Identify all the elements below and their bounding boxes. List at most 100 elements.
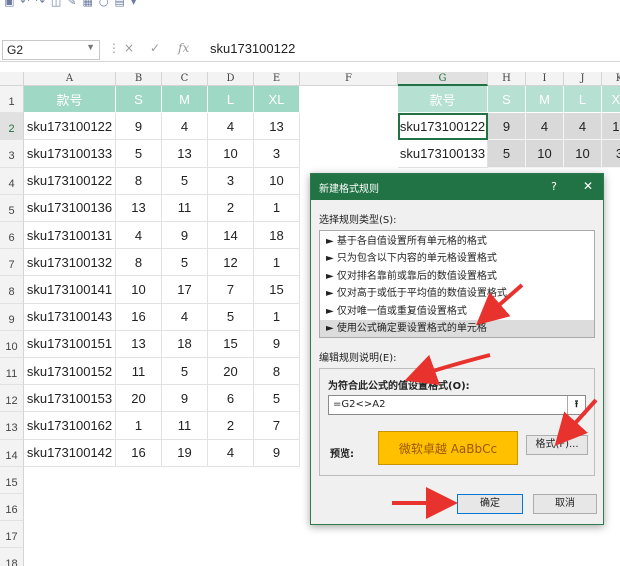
data-cell[interactable]: 10 [254, 167, 300, 195]
brush-icon[interactable]: ✎ [67, 0, 76, 8]
data-cell[interactable]: sku173100141 [24, 276, 116, 304]
data-cell[interactable]: 10 [564, 140, 602, 168]
data-cell[interactable]: 18 [254, 222, 300, 250]
rule-type-item[interactable]: ► 仅对高于或低于平均值的数值设置格式 [320, 285, 594, 302]
data-cell[interactable]: sku173100136 [24, 194, 116, 222]
row-header-2[interactable]: 2 [0, 113, 24, 141]
data-cell[interactable]: 4 [162, 303, 208, 331]
header-cell-right[interactable]: M [526, 86, 564, 114]
data-cell[interactable]: 4 [208, 113, 254, 141]
header-cell-left[interactable]: XL [254, 86, 300, 114]
header-cell-right[interactable]: L [564, 86, 602, 114]
data-cell[interactable]: 9 [162, 222, 208, 250]
select-all-corner[interactable] [0, 72, 24, 86]
data-cell[interactable]: 1 [254, 249, 300, 277]
row-header-14[interactable]: 14 [0, 439, 24, 467]
cancel-icon[interactable]: × [124, 41, 134, 55]
data-cell[interactable]: 1 [116, 412, 162, 440]
column-header-d[interactable]: D [208, 72, 254, 86]
data-cell[interactable]: 6 [208, 385, 254, 413]
data-cell[interactable]: 13 [162, 140, 208, 168]
data-cell[interactable]: sku173100152 [24, 358, 116, 386]
redo-icon[interactable]: ↷ [36, 0, 45, 8]
data-cell[interactable]: 13 [116, 194, 162, 222]
close-icon[interactable]: ✕ [583, 179, 593, 193]
header-cell-right[interactable]: S [488, 86, 526, 114]
data-cell[interactable]: 5 [488, 140, 526, 168]
header-cell-right[interactable]: 款号 [398, 86, 488, 114]
paste-icon[interactable]: ▤ [114, 0, 124, 8]
row-header-12[interactable]: 12 [0, 385, 24, 413]
row-header-9[interactable]: 9 [0, 303, 24, 331]
column-header-b[interactable]: B [116, 72, 162, 86]
data-cell[interactable]: 20 [116, 385, 162, 413]
data-cell[interactable]: sku173100142 [24, 439, 116, 467]
help-icon[interactable]: ? [551, 180, 557, 193]
row-header-7[interactable]: 7 [0, 249, 24, 277]
rule-type-item[interactable]: ► 仅对排名靠前或靠后的数值设置格式 [320, 268, 594, 285]
insert-function-icon[interactable]: fx [178, 41, 189, 55]
header-cell-left[interactable]: L [208, 86, 254, 114]
chevron-down-icon[interactable]: ▼ [86, 42, 95, 52]
data-cell[interactable]: 5 [162, 249, 208, 277]
data-cell[interactable]: 5 [254, 385, 300, 413]
data-cell[interactable]: 4 [116, 222, 162, 250]
data-cell[interactable]: 7 [254, 412, 300, 440]
column-header-i[interactable]: I [526, 72, 564, 86]
data-cell[interactable]: 11 [162, 412, 208, 440]
data-cell[interactable]: 9 [254, 439, 300, 467]
row-header-8[interactable]: 8 [0, 276, 24, 304]
column-header-a[interactable]: A [24, 72, 116, 86]
data-cell[interactable]: 4 [208, 439, 254, 467]
row-header-10[interactable]: 10 [0, 330, 24, 358]
data-cell[interactable]: sku173100153 [24, 385, 116, 413]
data-cell[interactable]: sku173100133 [24, 140, 116, 168]
column-header-c[interactable]: C [162, 72, 208, 86]
data-cell[interactable]: 5 [116, 140, 162, 168]
data-cell[interactable]: sku173100143 [24, 303, 116, 331]
data-cell[interactable]: 2 [208, 194, 254, 222]
data-cell[interactable]: 4 [162, 113, 208, 141]
data-cell[interactable]: 5 [162, 358, 208, 386]
column-header-k[interactable]: K [602, 72, 620, 86]
circle-icon[interactable]: ○ [99, 0, 109, 8]
print-preview-icon[interactable]: ◫ [51, 0, 61, 8]
data-cell[interactable]: 8 [116, 249, 162, 277]
data-cell[interactable]: 20 [208, 358, 254, 386]
undo-icon[interactable]: ↶ [20, 0, 29, 8]
data-cell[interactable]: 10 [526, 140, 564, 168]
column-header-h[interactable]: H [488, 72, 526, 86]
enter-icon[interactable]: ✓ [150, 41, 160, 55]
row-header-1[interactable]: 1 [0, 86, 24, 114]
data-cell[interactable]: 13 [254, 113, 300, 141]
data-cell[interactable]: 9 [116, 113, 162, 141]
data-cell[interactable]: 8 [116, 167, 162, 195]
row-header-4[interactable]: 4 [0, 167, 24, 195]
row-header-3[interactable]: 3 [0, 140, 24, 168]
data-cell[interactable]: sku173100131 [24, 222, 116, 250]
data-cell[interactable]: sku173100122 [24, 113, 116, 141]
data-cell[interactable]: 18 [162, 330, 208, 358]
column-header-e[interactable]: E [254, 72, 300, 86]
data-cell[interactable]: 5 [208, 303, 254, 331]
row-header-5[interactable]: 5 [0, 194, 24, 222]
data-cell[interactable]: sku173100132 [24, 249, 116, 277]
data-cell[interactable]: 8 [254, 358, 300, 386]
save-icon[interactable]: ▣ [4, 0, 14, 8]
formula-input[interactable]: sku173100122 [210, 41, 295, 56]
header-cell-left[interactable]: 款号 [24, 86, 116, 114]
header-cell-left[interactable]: S [116, 86, 162, 114]
data-cell[interactable]: sku173100122 [24, 167, 116, 195]
row-header-6[interactable]: 6 [0, 222, 24, 250]
row-header-18[interactable]: 18 [0, 548, 24, 566]
data-cell[interactable]: 16 [116, 439, 162, 467]
data-cell[interactable]: 13 [116, 330, 162, 358]
data-cell[interactable]: 3 [602, 140, 620, 168]
rule-type-item[interactable]: ► 只为包含以下内容的单元格设置格式 [320, 250, 594, 267]
data-cell[interactable]: 5 [162, 167, 208, 195]
ok-button[interactable]: 确定 [457, 494, 523, 514]
data-cell[interactable]: 9 [488, 113, 526, 141]
rule-formula-input[interactable]: =G2<>A2 ⭱ [328, 395, 586, 415]
data-cell[interactable]: 15 [254, 276, 300, 304]
rule-type-list[interactable]: ► 基于各自值设置所有单元格的格式 ► 只为包含以下内容的单元格设置格式 ► 仅对排… [319, 230, 595, 338]
